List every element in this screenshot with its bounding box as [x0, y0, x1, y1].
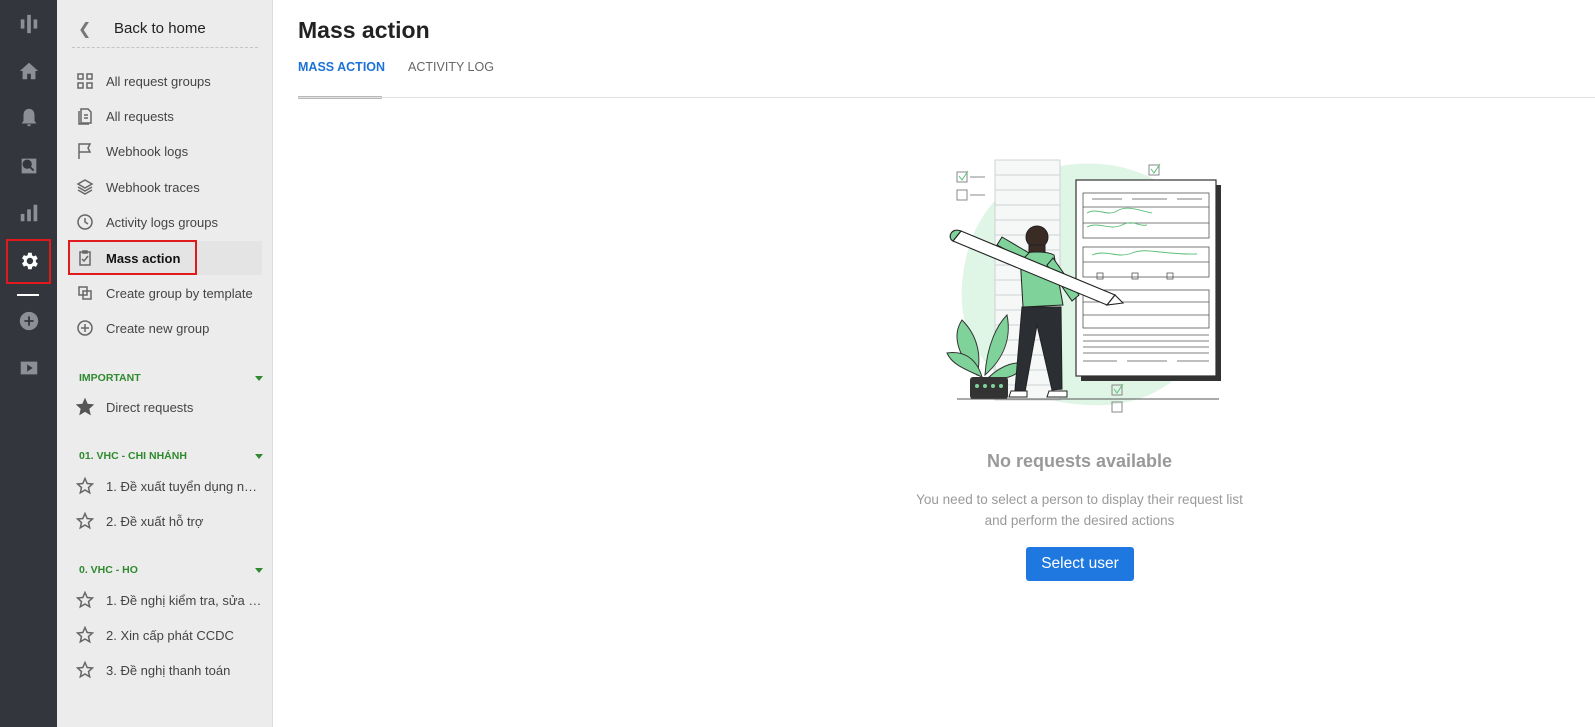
empty-state-line-1: You need to select a person to display t…	[916, 492, 1243, 507]
caret-down-icon	[255, 567, 263, 573]
rail-divider	[17, 294, 39, 296]
tab-mass-action[interactable]: MASS ACTION	[298, 52, 385, 99]
icon-rail	[0, 0, 57, 727]
empty-state-title: No requests available	[986, 451, 1173, 471]
section-title: 0. VHC - HO	[79, 564, 138, 576]
caret-down-icon	[255, 453, 263, 459]
section-header-important[interactable]: IMPORTANT	[79, 370, 263, 386]
nav-item-label: Direct requests	[106, 399, 194, 415]
nav-item-all-requests[interactable]: All requests	[68, 99, 262, 133]
nav-item-create-new-group[interactable]: Create new group	[68, 311, 262, 345]
nav-item-label: All requests	[106, 108, 174, 124]
tab-bar: MASS ACTION ACTIVITY LOG	[298, 52, 517, 99]
star-icon	[75, 511, 95, 530]
search-icon[interactable]	[0, 146, 57, 186]
plus-circle-icon[interactable]	[0, 301, 57, 341]
documents-icon	[76, 107, 94, 125]
main-content: Mass action MASS ACTION ACTIVITY LOG No …	[273, 0, 1595, 727]
back-to-home-link[interactable]: ❮ Back to home	[72, 10, 258, 48]
chevron-left-icon: ❮	[78, 20, 92, 38]
nav-item-group-request[interactable]: 1. Đề nghị kiểm tra, sửa chữa	[68, 583, 262, 617]
nav-item-label: 1. Đề nghị kiểm tra, sửa chữa	[106, 592, 262, 608]
section-title: IMPORTANT	[79, 372, 141, 384]
chart-icon[interactable]	[0, 193, 57, 233]
caret-down-icon	[255, 375, 263, 381]
template-icon	[76, 284, 94, 302]
nav-item-label: All request groups	[106, 73, 211, 89]
nav-item-label: 1. Đề xuất tuyển dụng nhân sự	[106, 478, 262, 494]
nav-item-label: 2. Đề xuất hỗ trợ	[106, 513, 204, 529]
nav-item-label: Create new group	[106, 320, 210, 336]
active-highlight-box	[6, 239, 51, 284]
star-icon	[75, 660, 95, 679]
play-icon[interactable]	[0, 348, 57, 388]
nav-item-activity-logs-groups[interactable]: Activity logs groups	[68, 205, 262, 239]
logo-icon[interactable]	[0, 4, 57, 44]
nav-item-group-request[interactable]: 3. Đề nghị thanh toán	[68, 653, 262, 687]
nav-item-label: Activity logs groups	[106, 214, 218, 230]
page-title: Mass action	[298, 17, 430, 43]
back-to-home-label: Back to home	[114, 20, 206, 37]
nav-item-label: Webhook logs	[106, 143, 189, 159]
nav-item-label: Webhook traces	[106, 179, 200, 195]
nav-item-direct-requests[interactable]: Direct requests	[68, 390, 262, 424]
nav-item-group-request[interactable]: 2. Xin cấp phát CCDC	[68, 618, 262, 652]
tabs-divider	[298, 97, 1595, 98]
grid-icon	[76, 72, 94, 90]
bell-icon[interactable]	[0, 98, 57, 138]
nav-item-group-request[interactable]: 2. Đề xuất hỗ trợ	[68, 504, 262, 538]
clock-icon	[76, 213, 94, 231]
star-icon	[75, 625, 95, 644]
empty-state-line-2: and perform the desired actions	[984, 513, 1175, 528]
active-item-highlight-box	[68, 240, 197, 275]
section-header-vhc-chi-nhanh[interactable]: 01. VHC - CHI NHÁNH	[79, 448, 263, 464]
home-icon[interactable]	[0, 51, 57, 91]
nav-item-label: 3. Đề nghị thanh toán	[106, 662, 231, 678]
flag-icon	[76, 142, 94, 160]
side-navigation: ❮ Back to home All request groups All re…	[57, 0, 273, 727]
nav-item-webhook-traces[interactable]: Webhook traces	[68, 170, 262, 204]
nav-item-label: Create group by template	[106, 285, 253, 301]
star-icon	[75, 590, 95, 609]
nav-item-group-request[interactable]: 1. Đề xuất tuyển dụng nhân sự	[68, 469, 262, 503]
nav-item-label: 2. Xin cấp phát CCDC	[106, 627, 234, 643]
tab-activity-log[interactable]: ACTIVITY LOG	[408, 52, 494, 99]
empty-state-description: You need to select a person to display t…	[833, 489, 1326, 531]
nav-item-all-request-groups[interactable]: All request groups	[68, 64, 262, 98]
star-icon	[75, 476, 95, 495]
select-user-button[interactable]: Select user	[1026, 547, 1134, 581]
plus-circle-icon	[76, 319, 94, 337]
nav-item-create-group-by-template[interactable]: Create group by template	[68, 276, 262, 310]
empty-state-illustration	[946, 159, 1221, 413]
nav-item-webhook-logs[interactable]: Webhook logs	[68, 134, 262, 168]
layers-icon	[76, 178, 94, 196]
section-header-vhc-ho[interactable]: 0. VHC - HO	[79, 562, 263, 578]
section-title: 01. VHC - CHI NHÁNH	[79, 450, 187, 462]
star-filled-icon	[75, 397, 95, 416]
